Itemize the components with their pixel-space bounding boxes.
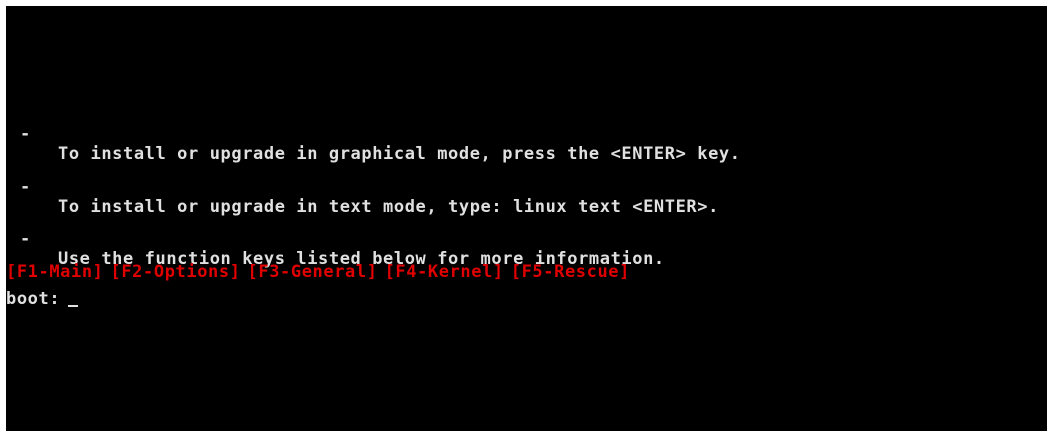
bullet-dash: -: [20, 177, 31, 197]
boot-prompt-label: boot:: [6, 289, 61, 309]
boot-console-screen: - To install or upgrade in graphical mod…: [6, 6, 1047, 431]
function-key-f4-kernel[interactable]: [F4-Kernel]: [385, 262, 504, 282]
text-cursor: [68, 305, 79, 307]
instruction-text: To install or upgrade in text mode, type…: [58, 197, 719, 217]
function-key-f2-options[interactable]: [F2-Options]: [111, 262, 241, 282]
function-key-f3-general[interactable]: [F3-General]: [248, 262, 378, 282]
bullet-dash: -: [20, 124, 31, 144]
bullet-dash: -: [20, 229, 31, 249]
boot-prompt[interactable]: boot:: [6, 289, 79, 309]
function-key-f1-main[interactable]: [F1-Main]: [6, 262, 104, 282]
function-key-f5-rescue[interactable]: [F5-Rescue]: [511, 262, 630, 282]
function-key-bar: [F1-Main] [F2-Options] [F3-General] [F4-Ker…: [6, 262, 630, 282]
instruction-text: To install or upgrade in graphical mode,…: [58, 144, 741, 164]
